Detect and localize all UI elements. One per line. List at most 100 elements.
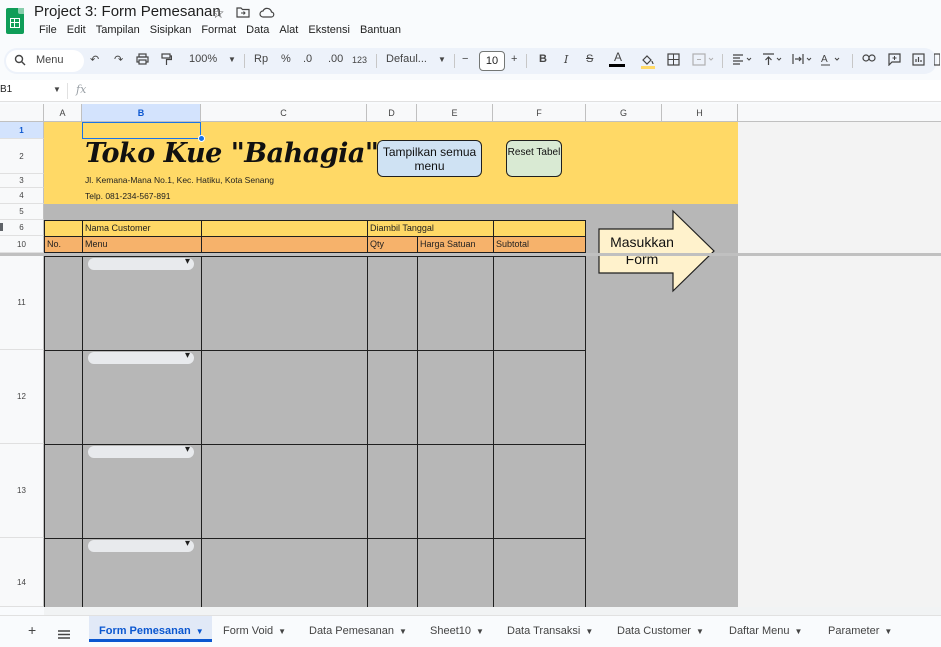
table-cell[interactable] [82,444,202,539]
table-cell[interactable] [417,444,494,539]
tab-caret-icon[interactable]: ▼ [196,627,204,636]
decrease-decimal-button[interactable]: .0 [303,53,312,65]
tab-caret-icon[interactable]: ▼ [884,627,892,636]
font-family-select[interactable]: Defaul... [386,53,427,65]
undo-icon[interactable]: ↶ [90,53,99,66]
selected-cell-b1[interactable] [82,122,201,139]
horizontal-align-icon[interactable] [732,53,754,68]
table-cell[interactable] [493,538,586,607]
move-folder-icon[interactable] [236,5,250,21]
tab-caret-icon[interactable]: ▼ [476,627,484,636]
table-cell[interactable] [44,350,83,445]
customer-name-input[interactable] [201,220,368,237]
menu-data[interactable]: Data [241,24,274,36]
table-cell[interactable] [201,350,368,445]
font-size-input[interactable]: 10 [479,51,505,71]
menu-help[interactable]: Bantuan [355,24,406,36]
tab-caret-icon[interactable]: ▼ [795,627,803,636]
increase-font-size-icon[interactable]: + [511,53,517,65]
horizontal-scrollbar[interactable] [44,607,941,615]
row-header[interactable]: 11 [0,256,44,350]
column-header[interactable]: F [493,104,586,122]
tab-caret-icon[interactable]: ▼ [399,627,407,636]
row-header[interactable]: 13 [0,444,44,538]
select-all-corner[interactable] [0,104,44,122]
row-header[interactable]: 6 [0,220,44,236]
tab-daftar-menu[interactable]: Daftar Menu ▼ [729,616,802,642]
table-cell[interactable] [417,350,494,445]
row-header[interactable]: 10 [0,236,44,253]
menu-edit[interactable]: Edit [62,24,91,36]
table-cell[interactable] [44,538,83,607]
insert-link-icon[interactable] [862,53,876,66]
tab-data-transaksi[interactable]: Data Transaksi ▼ [507,616,593,642]
menu-extensions[interactable]: Ekstensi [303,24,355,36]
merge-cells-icon[interactable] [692,53,714,69]
menu-dropdown[interactable] [88,444,194,458]
hidden-rows-marker-icon[interactable] [0,223,3,231]
freeze-divider[interactable] [0,253,941,256]
tab-caret-icon[interactable]: ▼ [278,627,286,636]
table-cell[interactable] [367,538,418,607]
row-header[interactable]: 3 [0,174,44,188]
cloud-saved-icon[interactable] [259,5,275,21]
row-header[interactable]: 2 [0,139,44,174]
cell-a6[interactable] [44,220,83,237]
column-header[interactable]: A [44,104,82,122]
column-header[interactable]: B [82,104,201,122]
taken-date-input[interactable] [493,220,586,237]
row-header[interactable]: 1 [0,122,44,139]
table-cell[interactable] [493,350,586,445]
zoom-caret-icon[interactable]: ▼ [228,55,236,64]
menu-insert[interactable]: Sisipkan [145,24,197,36]
star-icon[interactable]: ☆ [212,5,225,22]
table-cell[interactable] [417,538,494,607]
tab-parameter[interactable]: Parameter ▼ [828,616,892,642]
all-sheets-icon[interactable] [58,626,70,644]
table-cell[interactable] [367,444,418,539]
menu-file[interactable]: File [34,24,62,36]
redo-icon[interactable]: ↷ [114,53,123,66]
table-cell[interactable] [201,256,368,351]
table-cell[interactable] [201,538,368,607]
filter-icon[interactable] [933,53,941,69]
decrease-font-size-icon[interactable]: − [462,53,468,65]
fill-color-icon[interactable] [640,53,656,72]
row-header[interactable]: 14 [0,538,44,607]
row-header[interactable]: 12 [0,350,44,444]
table-cell[interactable] [82,256,202,351]
table-cell[interactable] [417,256,494,351]
name-box-caret-icon[interactable]: ▼ [53,85,61,94]
add-sheet-icon[interactable]: + [28,622,36,638]
insert-comment-icon[interactable] [888,53,901,69]
tab-data-customer[interactable]: Data Customer ▼ [617,616,704,642]
row-header[interactable]: 5 [0,204,44,220]
column-header[interactable]: C [201,104,367,122]
tab-form-pemesanan[interactable]: Form Pemesanan ▼ [89,616,212,642]
tab-form-void[interactable]: Form Void ▼ [223,616,286,642]
menu-view[interactable]: Tampilan [91,24,145,36]
more-formats-button[interactable]: 123 [352,55,367,65]
column-header[interactable]: G [586,104,662,122]
column-header[interactable]: H [662,104,738,122]
vertical-align-icon[interactable] [762,53,784,69]
menu-format[interactable]: Format [196,24,241,36]
table-cell[interactable] [493,256,586,351]
menu-tools[interactable]: Alat [274,24,303,36]
increase-decimal-button[interactable]: .00 [328,53,343,65]
font-caret-icon[interactable]: ▼ [438,55,446,64]
print-icon[interactable] [136,53,149,68]
formula-input[interactable] [98,83,928,99]
table-cell[interactable] [44,444,83,539]
insert-chart-icon[interactable] [912,53,925,69]
text-rotation-icon[interactable]: A [820,53,842,69]
borders-icon[interactable] [667,53,680,69]
sheets-logo-icon[interactable] [6,8,24,34]
table-cell[interactable] [493,444,586,539]
strikethrough-icon[interactable]: S [586,53,593,65]
format-currency-button[interactable]: Rp [254,53,268,65]
menu-dropdown[interactable] [88,350,194,364]
menu-search[interactable]: Menu [6,50,84,72]
tab-sheet10[interactable]: Sheet10 ▼ [430,616,484,642]
show-all-menu-button[interactable]: Tampilkan semua menu [377,140,482,177]
